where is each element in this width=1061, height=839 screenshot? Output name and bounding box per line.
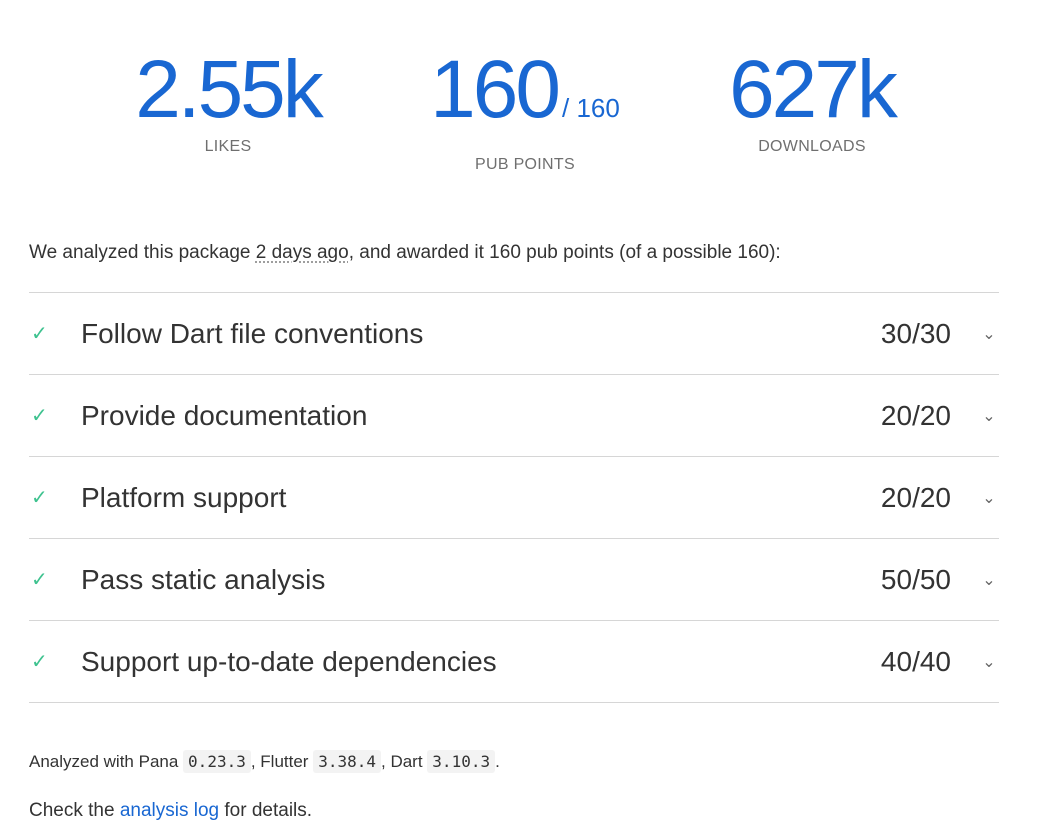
section-documentation[interactable]: ✓ Provide documentation 20/20 ⌄: [29, 375, 999, 457]
section-platform-support[interactable]: ✓ Platform support 20/20 ⌄: [29, 457, 999, 539]
downloads-value: 627k: [729, 44, 898, 135]
score-stats: 2.55k LIKES 160/ 160 PUB POINTS 627k DOW…: [0, 48, 1061, 174]
likes-label: LIKES: [204, 138, 252, 155]
chevron-down-icon[interactable]: ⌄: [979, 570, 999, 590]
pana-version: 0.23.3: [183, 750, 251, 773]
pub-points-max: / 160: [562, 93, 620, 123]
score-sections: ✓ Follow Dart file conventions 30/30 ⌄ ✓…: [29, 292, 999, 703]
analysis-log-link[interactable]: analysis log: [120, 800, 219, 821]
section-title: Platform support: [81, 481, 287, 513]
section-title: Pass static analysis: [81, 563, 326, 595]
section-score: 20/20: [880, 399, 951, 431]
chevron-down-icon[interactable]: ⌄: [979, 652, 999, 672]
likes-value: 2.55k: [135, 44, 324, 135]
check-icon: ✓: [31, 323, 48, 345]
analysis-details: Check the analysis log for details.: [29, 800, 313, 821]
section-title: Follow Dart file conventions: [81, 317, 424, 349]
chevron-down-icon[interactable]: ⌄: [979, 488, 999, 508]
section-file-conventions[interactable]: ✓ Follow Dart file conventions 30/30 ⌄: [29, 293, 999, 375]
check-icon: ✓: [31, 487, 48, 509]
section-title: Provide documentation: [81, 399, 368, 431]
analysis-time: 2 days ago: [255, 242, 349, 263]
chevron-down-icon[interactable]: ⌄: [979, 406, 999, 426]
check-icon: ✓: [31, 651, 48, 673]
analysis-versions: Analyzed with Pana 0.23.3, Flutter 3.38.…: [29, 750, 500, 773]
pub-points-label: PUB POINTS: [475, 156, 575, 173]
check-icon: ✓: [31, 405, 48, 427]
section-dependencies[interactable]: ✓ Support up-to-date dependencies 40/40 …: [29, 621, 999, 703]
likes-stat: 2.55k LIKES: [128, 48, 328, 156]
dart-version: 3.10.3: [427, 750, 496, 773]
check-icon: ✓: [31, 569, 48, 591]
downloads-stat: 627k DOWNLOADS: [712, 48, 912, 156]
section-static-analysis[interactable]: ✓ Pass static analysis 50/50 ⌄: [29, 539, 999, 621]
section-score: 50/50: [880, 563, 951, 595]
chevron-down-icon[interactable]: ⌄: [979, 324, 999, 344]
analysis-intro: We analyzed this package 2 days ago, and…: [29, 242, 781, 263]
section-score: 20/20: [880, 481, 951, 513]
section-score: 30/30: [880, 317, 951, 349]
section-title: Support up-to-date dependencies: [81, 645, 497, 677]
flutter-version: 3.38.4: [313, 750, 381, 773]
section-score: 40/40: [880, 645, 951, 677]
pub-points-value: 160: [430, 44, 561, 135]
pub-points-stat: 160/ 160 PUB POINTS: [420, 48, 630, 174]
downloads-label: DOWNLOADS: [758, 138, 866, 155]
